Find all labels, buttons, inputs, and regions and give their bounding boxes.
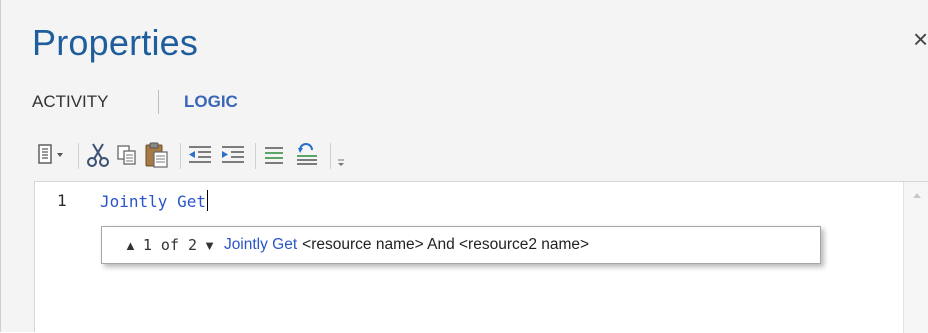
scroll-up-arrow-icon[interactable] bbox=[904, 182, 928, 208]
properties-panel: Properties × ACTIVITY LOGIC 1 Jointly Ge… bbox=[0, 0, 928, 333]
toolbar-separator bbox=[255, 143, 256, 169]
tab-activity[interactable]: ACTIVITY bbox=[32, 92, 109, 112]
document-menu-icon[interactable] bbox=[34, 139, 68, 171]
vertical-scrollbar[interactable] bbox=[903, 182, 928, 333]
toolbar-overflow-icon[interactable] bbox=[334, 139, 348, 171]
signature-parameters: <resource name> And <resource2 name> bbox=[302, 236, 590, 253]
next-overload-arrow-icon[interactable]: ▼ bbox=[203, 238, 216, 253]
code-line[interactable]: Jointly Get bbox=[100, 190, 208, 211]
indent-icon[interactable] bbox=[218, 139, 248, 171]
toolbar-separator bbox=[330, 143, 331, 169]
panel-title: Properties bbox=[32, 22, 199, 63]
cut-icon[interactable] bbox=[84, 139, 112, 171]
comment-lines-icon[interactable] bbox=[260, 139, 288, 171]
outdent-icon[interactable] bbox=[185, 139, 215, 171]
text-caret bbox=[206, 190, 208, 211]
close-icon[interactable]: × bbox=[913, 26, 928, 52]
toolbar-separator bbox=[78, 143, 79, 169]
tab-logic[interactable]: LOGIC bbox=[184, 92, 238, 112]
signature-help-tooltip: ▲ 1 of 2 ▼ Jointly Get <resource name> A… bbox=[101, 226, 821, 264]
editor-toolbar bbox=[34, 139, 914, 175]
previous-overload-arrow-icon[interactable]: ▲ bbox=[124, 238, 137, 253]
toolbar-separator bbox=[180, 143, 181, 169]
tab-separator bbox=[158, 90, 159, 114]
uncomment-lines-icon[interactable] bbox=[292, 139, 322, 171]
paste-icon[interactable] bbox=[142, 139, 172, 171]
copy-icon[interactable] bbox=[114, 139, 140, 171]
line-number: 1 bbox=[57, 191, 67, 210]
code-line-text: Jointly Get bbox=[100, 192, 206, 211]
overload-counter: 1 of 2 bbox=[142, 236, 198, 254]
signature-keyword: Jointly Get bbox=[223, 236, 298, 253]
